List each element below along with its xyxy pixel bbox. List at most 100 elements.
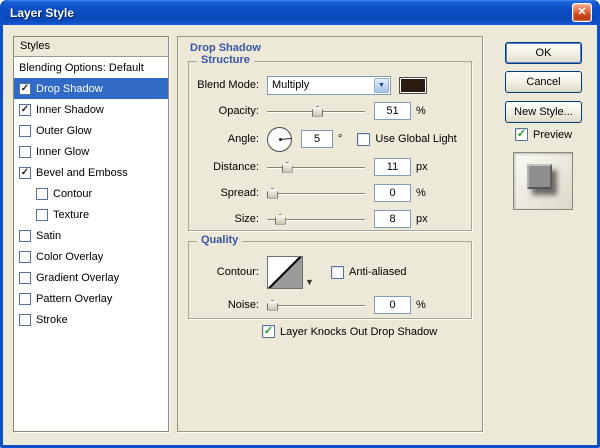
style-label: Bevel and Emboss [36, 167, 128, 179]
angle-label: Angle: [195, 133, 259, 145]
style-label: Inner Glow [36, 146, 89, 158]
styles-list-header: Styles [14, 37, 168, 57]
structure-group-title: Structure [197, 54, 254, 66]
distance-label: Distance: [195, 161, 259, 173]
style-label: Pattern Overlay [36, 293, 112, 305]
styles-list-item-pattern-overlay[interactable]: Pattern Overlay [14, 288, 168, 309]
preview-shadow-square [527, 164, 552, 189]
anti-aliased-checkbox[interactable] [331, 266, 344, 279]
contour-picker-button[interactable]: ▼ [303, 256, 316, 289]
opacity-input[interactable]: 51 [374, 102, 411, 120]
layer-knocks-out-label: Layer Knocks Out Drop Shadow [280, 326, 437, 338]
blend-mode-row: Blend Mode: Multiply ▼ [195, 72, 465, 98]
style-label: Contour [53, 188, 92, 200]
slider-thumb[interactable] [312, 106, 323, 117]
style-label: Gradient Overlay [36, 272, 119, 284]
shadow-color-swatch[interactable] [399, 77, 427, 94]
styles-list-items: Blending Options: Default ✓ Drop Shadow ✓ In… [14, 57, 168, 330]
style-label: Color Overlay [36, 251, 103, 263]
contour-label: Contour: [195, 266, 259, 278]
angle-row: Angle: 5 ° Use Global Light [195, 124, 465, 154]
style-enable-checkbox[interactable]: ✓ [19, 167, 31, 179]
style-label: Texture [53, 209, 89, 221]
slider-thumb[interactable] [267, 188, 278, 199]
style-enable-checkbox[interactable] [36, 188, 48, 200]
blend-mode-select[interactable]: Multiply ▼ [267, 76, 391, 95]
styles-list-item-contour[interactable]: Contour [14, 183, 168, 204]
use-global-light-checkbox[interactable] [357, 133, 370, 146]
style-enable-checkbox[interactable] [19, 125, 31, 137]
opacity-row: Opacity: 51 % [195, 98, 465, 124]
cancel-button[interactable]: Cancel [505, 71, 582, 93]
style-enable-checkbox[interactable] [19, 293, 31, 305]
window-title: Layer Style [10, 6, 572, 20]
slider-thumb[interactable] [267, 300, 278, 311]
noise-unit: % [416, 299, 426, 311]
style-enable-checkbox[interactable]: ✓ [19, 83, 31, 95]
style-enable-checkbox[interactable] [36, 209, 48, 221]
style-enable-checkbox[interactable]: ✓ [19, 104, 31, 116]
title-bar[interactable]: Layer Style ✕ [3, 0, 597, 25]
styles-list-item-color-overlay[interactable]: Color Overlay [14, 246, 168, 267]
use-global-light-label: Use Global Light [375, 133, 456, 145]
styles-list-item-drop-shadow[interactable]: ✓ Drop Shadow [14, 78, 168, 99]
close-button[interactable]: ✕ [572, 3, 592, 22]
spread-row: Spread: 0 % [195, 180, 465, 206]
size-row: Size: 8 px [195, 206, 465, 232]
slider-thumb[interactable] [282, 162, 293, 173]
contour-row: Contour: ▼ Anti-aliased [195, 252, 465, 292]
angle-input[interactable]: 5 [301, 130, 333, 148]
styles-list-item-inner-glow[interactable]: Inner Glow [14, 141, 168, 162]
style-enable-checkbox[interactable] [19, 146, 31, 158]
style-enable-checkbox[interactable] [19, 272, 31, 284]
style-enable-checkbox[interactable] [19, 230, 31, 242]
style-enable-checkbox[interactable] [19, 314, 31, 326]
preview-checkbox[interactable]: ✓ [515, 128, 528, 141]
preview-toggle-row: ✓ Preview [515, 128, 572, 141]
new-style-button[interactable]: New Style... [505, 101, 582, 123]
dialog-body: Styles Blending Options: Default✓Drop Sh… [3, 25, 597, 445]
angle-dial[interactable] [267, 127, 292, 152]
styles-list-item-gradient-overlay[interactable]: Gradient Overlay [14, 267, 168, 288]
knockout-row: ✓ Layer Knocks Out Drop Shadow [262, 325, 437, 338]
spread-slider[interactable] [267, 187, 365, 200]
size-slider[interactable] [267, 213, 365, 226]
slider-track[interactable] [267, 305, 365, 307]
styles-list: Styles Blending Options: Default ✓ Drop Sh… [13, 36, 169, 432]
ok-button[interactable]: OK [505, 42, 582, 64]
style-label: Drop Shadow [36, 83, 103, 95]
drop-shadow-panel: Drop Shadow Structure Blend Mode: Multip… [177, 36, 483, 432]
styles-list-item-stroke[interactable]: Stroke [14, 309, 168, 330]
distance-row: Distance: 11 px [195, 154, 465, 180]
chevron-down-icon[interactable]: ▼ [374, 78, 389, 93]
noise-label: Noise: [195, 299, 259, 311]
noise-slider[interactable] [267, 299, 365, 312]
styles-list-item-inner-shadow[interactable]: ✓ Inner Shadow [14, 99, 168, 120]
size-label: Size: [195, 213, 259, 225]
spread-input[interactable]: 0 [374, 184, 411, 202]
opacity-slider[interactable] [267, 105, 365, 118]
contour-preview[interactable] [267, 256, 303, 289]
panel-title: Drop Shadow [190, 42, 261, 54]
style-label: Satin [36, 230, 61, 242]
style-label: Inner Shadow [36, 104, 104, 116]
slider-thumb[interactable] [275, 214, 286, 225]
style-label: Outer Glow [36, 125, 92, 137]
styles-list-item-blending-options-default[interactable]: Blending Options: Default [14, 57, 168, 78]
chevron-down-icon: ▼ [305, 277, 314, 287]
noise-row: Noise: 0 % [195, 292, 465, 318]
styles-list-item-bevel-and-emboss[interactable]: ✓ Bevel and Emboss [14, 162, 168, 183]
spread-unit: % [416, 187, 426, 199]
styles-list-item-texture[interactable]: Texture [14, 204, 168, 225]
styles-list-item-outer-glow[interactable]: Outer Glow [14, 120, 168, 141]
distance-slider[interactable] [267, 161, 365, 174]
styles-list-item-satin[interactable]: Satin [14, 225, 168, 246]
style-label: Stroke [36, 314, 68, 326]
size-unit: px [416, 213, 428, 225]
noise-input[interactable]: 0 [374, 296, 411, 314]
size-input[interactable]: 8 [374, 210, 411, 228]
distance-input[interactable]: 11 [374, 158, 411, 176]
slider-track[interactable] [267, 193, 365, 195]
layer-knocks-out-checkbox[interactable]: ✓ [262, 325, 275, 338]
style-enable-checkbox[interactable] [19, 251, 31, 263]
